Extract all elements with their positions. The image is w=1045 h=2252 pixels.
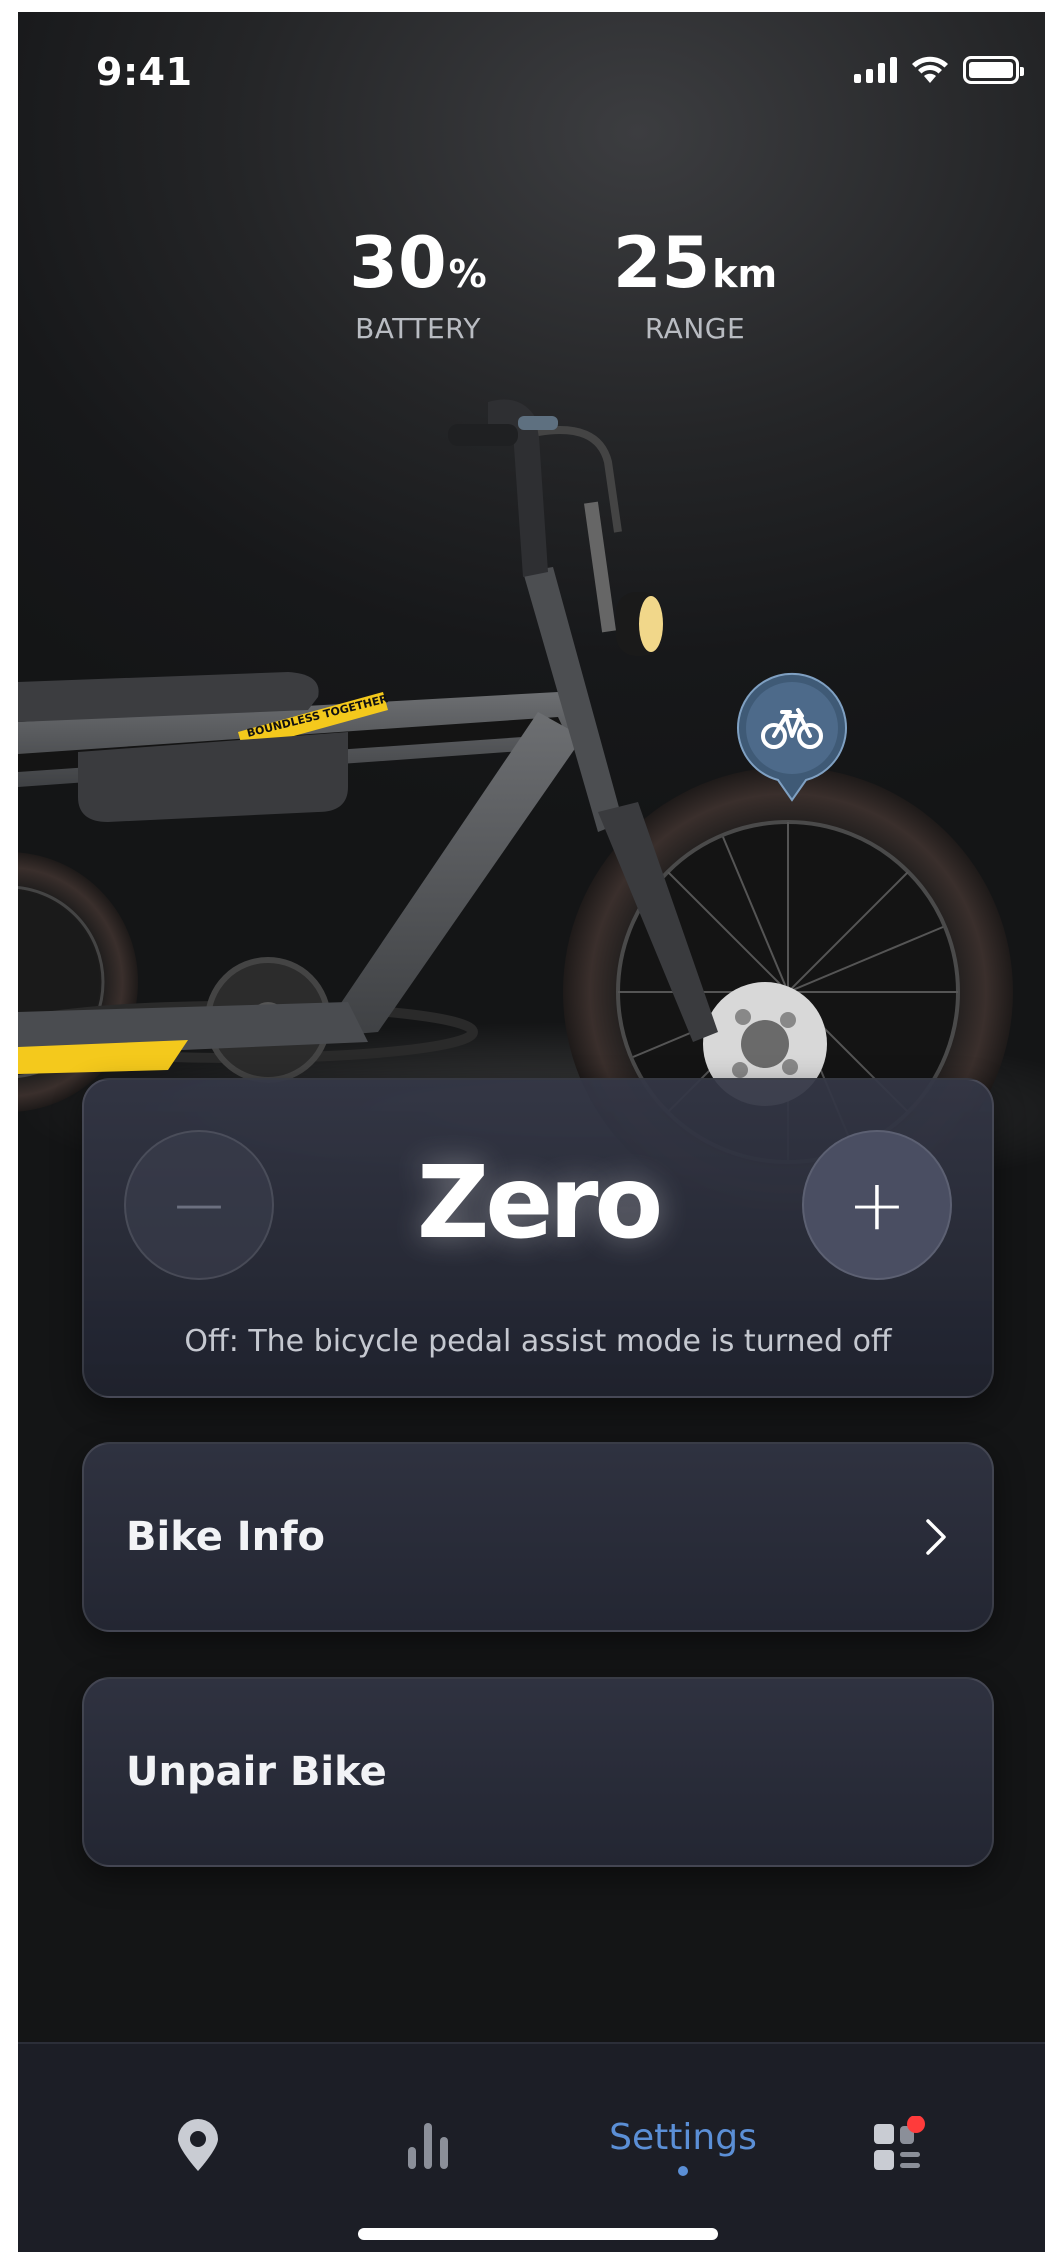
- bar-chart-icon: [408, 2123, 448, 2169]
- pedal-assist-card: − Zero + Off: The bicycle pedal assist m…: [82, 1078, 994, 1398]
- battery-unit: %: [448, 252, 487, 296]
- unpair-bike-label: Unpair Bike: [126, 1749, 387, 1795]
- tab-dashboard[interactable]: [858, 2106, 938, 2186]
- tab-stats[interactable]: [388, 2106, 468, 2186]
- chevron-right-icon: [926, 1519, 946, 1555]
- assist-mode-description: Off: The bicycle pedal assist mode is tu…: [184, 1324, 892, 1359]
- battery-label: BATTERY: [355, 312, 481, 345]
- range-stat: 25 km RANGE: [585, 228, 805, 345]
- tab-bar: Settings: [18, 2042, 1045, 2252]
- plus-icon: +: [847, 1164, 907, 1246]
- wifi-icon: [912, 56, 948, 83]
- app-screen: 9:41 30 % BATTERY 25 km RANGE BOUNDLESS …: [18, 12, 1045, 2252]
- tab-settings[interactable]: Settings: [558, 2106, 808, 2186]
- battery-icon: [963, 56, 1024, 84]
- battery-stat: 30 % BATTERY: [318, 228, 518, 345]
- bicycle-icon[interactable]: [734, 670, 850, 810]
- bike-info-label: Bike Info: [126, 1514, 326, 1560]
- tab-settings-label: Settings: [609, 2116, 757, 2158]
- unpair-bike-button[interactable]: Unpair Bike: [82, 1677, 994, 1867]
- status-time: 9:41: [96, 50, 193, 94]
- active-tab-indicator: [678, 2165, 688, 2176]
- dashboard-icon: [874, 2116, 925, 2170]
- range-value: 25: [612, 222, 711, 304]
- range-unit: km: [712, 252, 778, 296]
- battery-value: 30: [349, 222, 447, 304]
- location-pin-icon: [178, 2119, 218, 2171]
- signal-icon: [854, 57, 897, 83]
- tab-map[interactable]: [158, 2106, 238, 2186]
- home-indicator: [358, 2228, 718, 2240]
- increase-assist-button[interactable]: +: [802, 1130, 952, 1280]
- status-icons: [854, 56, 1024, 84]
- range-label: RANGE: [644, 312, 746, 345]
- bike-info-button[interactable]: Bike Info: [82, 1442, 994, 1632]
